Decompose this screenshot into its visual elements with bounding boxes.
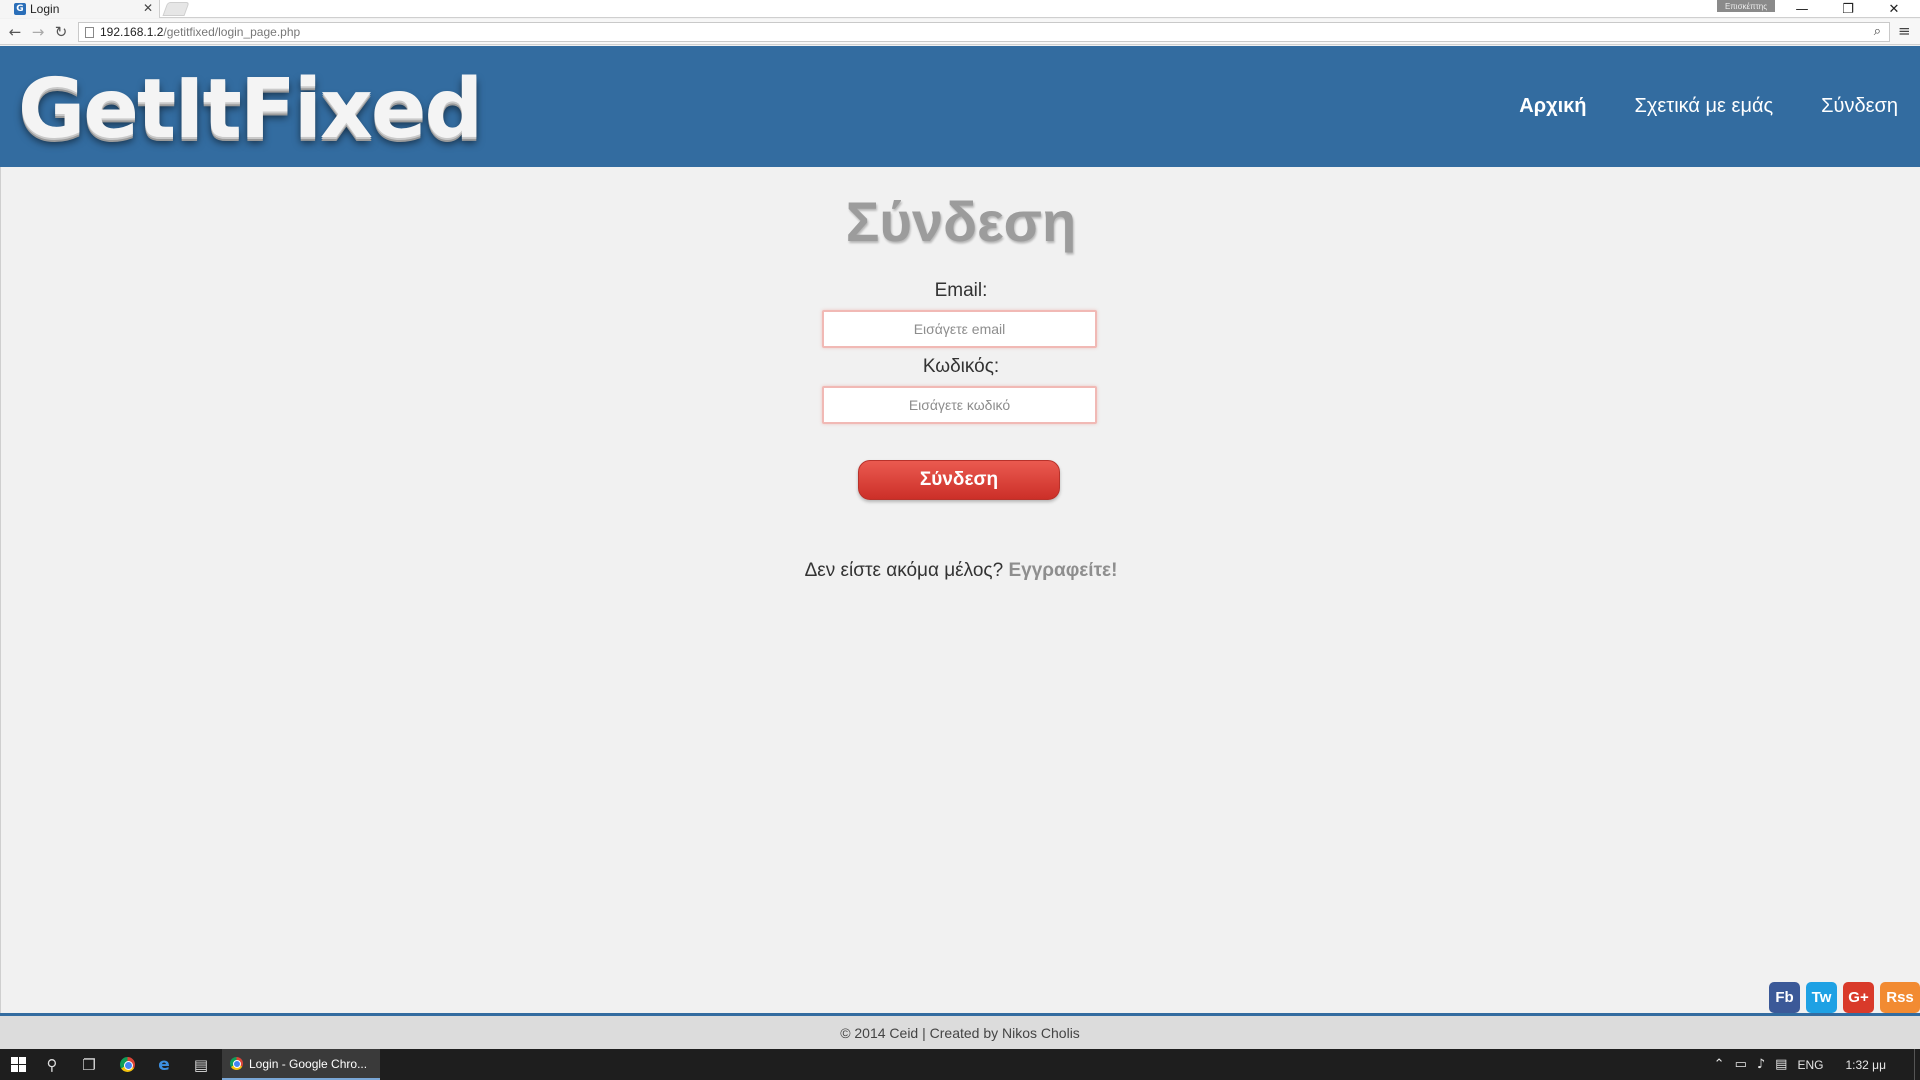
forward-icon[interactable]: → [27, 22, 49, 42]
taskbar-app-label: Login - Google Chro... [249, 1056, 368, 1071]
minimize-icon[interactable]: — [1780, 0, 1824, 18]
profile-badge[interactable]: Επισκέπτης [1717, 0, 1775, 12]
favicon-icon: G [14, 3, 26, 15]
nav-home[interactable]: Αρχική [1519, 95, 1586, 118]
email-label: Email: [934, 280, 988, 301]
chrome-icon [230, 1057, 243, 1070]
url-path: /getitfixed/login_page.php [163, 25, 301, 39]
register-prompt: Δεν είστε ακόμα μέλος? [804, 560, 1004, 581]
site-footer: © 2014 Ceid | Created by Nikos Cholis [0, 1013, 1920, 1049]
main-content: Σύνδεση Email: Κωδικός: Σύνδεση Δεν είστ… [0, 167, 1920, 1013]
system-tray: ⌃ ▭ ♪ ▤ ENG 1:32 μμ [1714, 1049, 1920, 1080]
browser-menu-icon[interactable]: ≡ [1898, 22, 1911, 40]
url-host: 192.168.1.2 [100, 25, 164, 39]
zoom-icon[interactable]: ⌕ [1874, 24, 1881, 39]
browser-tab[interactable]: G Login ✕ [0, 0, 160, 18]
close-tab-icon[interactable]: ✕ [143, 1, 153, 15]
network-icon[interactable]: ▭ [1735, 1057, 1747, 1072]
nav-about[interactable]: Σχετικά με εμάς [1635, 95, 1774, 118]
clock[interactable]: 1:32 μμ [1845, 1058, 1886, 1072]
show-desktop-button[interactable] [1914, 1049, 1920, 1080]
page-title: Σύνδεση [845, 190, 1077, 253]
login-submit-button[interactable]: Σύνδεση [858, 460, 1060, 500]
email-input[interactable] [822, 310, 1097, 348]
site-header: GetItFixed Αρχική Σχετικά με εμάς Σύνδεσ… [0, 46, 1920, 167]
taskbar-active-app[interactable]: Login - Google Chro... [222, 1049, 380, 1080]
reload-icon[interactable]: ↻ [50, 22, 72, 42]
back-icon[interactable]: ← [4, 22, 26, 42]
browser-tab-strip: G Login ✕ Επισκέπτης — ❐ ✕ [0, 0, 1920, 18]
restore-icon[interactable]: ❐ [1826, 0, 1870, 18]
network-app-icon[interactable]: ▤ [189, 1053, 213, 1076]
windows-start-icon[interactable] [6, 1053, 30, 1076]
new-tab-button[interactable] [162, 2, 190, 16]
rss-button[interactable]: Rss [1880, 982, 1920, 1013]
nav-login[interactable]: Σύνδεση [1821, 95, 1898, 118]
page-icon [85, 26, 94, 38]
close-window-icon[interactable]: ✕ [1872, 0, 1916, 18]
footer-text: © 2014 Ceid | Created by Nikos Cholis [840, 1024, 1080, 1041]
password-input[interactable] [822, 386, 1097, 424]
os-taskbar: ⚲ ❐ e ▤ Login - Google Chro... ⌃ ▭ ♪ ▤ E… [0, 1049, 1920, 1080]
password-label: Κωδικός: [922, 356, 1000, 377]
tray-chevron-icon[interactable]: ⌃ [1714, 1057, 1725, 1072]
volume-icon[interactable]: ♪ [1757, 1057, 1765, 1072]
language-indicator[interactable]: ENG [1797, 1058, 1823, 1072]
social-links: Fb Tw G+ Rss [1769, 982, 1920, 1013]
task-view-icon[interactable]: ❐ [77, 1053, 101, 1076]
address-bar-row: ← → ↻ 192.168.1.2/getitfixed/login_page.… [0, 19, 1920, 45]
register-link[interactable]: Εγγραφείτε! [1008, 560, 1117, 581]
tab-title: Login [30, 2, 60, 16]
edge-icon[interactable]: e [152, 1053, 176, 1076]
chrome-pinned-icon[interactable] [115, 1053, 139, 1076]
url-input[interactable]: 192.168.1.2/getitfixed/login_page.php ⌕ [78, 22, 1890, 42]
notification-icon[interactable]: ▤ [1775, 1057, 1787, 1072]
twitter-button[interactable]: Tw [1806, 982, 1837, 1013]
google-plus-button[interactable]: G+ [1843, 982, 1874, 1013]
main-nav: Αρχική Σχετικά με εμάς Σύνδεση [1519, 46, 1898, 167]
register-prompt-line: Δεν είστε ακόμα μέλος? Εγγραφείτε! [1, 560, 1920, 582]
facebook-button[interactable]: Fb [1769, 982, 1800, 1013]
site-logo[interactable]: GetItFixed [18, 62, 483, 157]
search-icon[interactable]: ⚲ [40, 1053, 64, 1076]
